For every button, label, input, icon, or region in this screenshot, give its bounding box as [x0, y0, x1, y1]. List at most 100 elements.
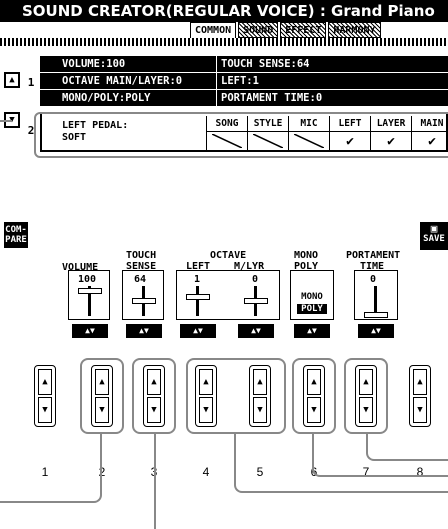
- save-label: SAVE: [423, 234, 445, 244]
- portament-time-param: PORTAMENT TIME:0: [216, 90, 448, 106]
- tab-bar: COMMON SOUND EFFECT HARMONY: [190, 22, 381, 38]
- lcd-screen: SOUND CREATOR(REGULAR VOICE) : Grand Pia…: [0, 0, 448, 340]
- triangle-up-icon: ▲: [99, 377, 105, 387]
- parameter-table: VOLUME:100 TOUCH SENSE:64 OCTAVE MAIN/LA…: [40, 56, 448, 107]
- volume-arrow-button[interactable]: ▲▼: [72, 324, 108, 338]
- physical-button-4[interactable]: ▲ ▼: [195, 365, 217, 427]
- up-key[interactable]: ▲: [95, 369, 109, 395]
- down-key[interactable]: ▼: [307, 397, 321, 423]
- triangle-down-icon: ▼: [90, 326, 95, 335]
- touch-arrow-button[interactable]: ▲▼: [126, 324, 162, 338]
- compare-label: COM-: [5, 225, 27, 235]
- down-key[interactable]: ▼: [147, 397, 161, 423]
- triangle-down-icon: ▼: [99, 405, 105, 415]
- portament-slider[interactable]: [364, 312, 388, 318]
- octave-left-track: [196, 286, 199, 316]
- octave-param: OCTAVE MAIN/LAYER:0: [62, 75, 183, 87]
- up-key[interactable]: ▲: [253, 369, 267, 395]
- octave-label: OCTAVE: [210, 250, 247, 261]
- triangle-down-icon: ▼: [144, 326, 149, 335]
- physical-button-1[interactable]: ▲ ▼: [34, 365, 56, 427]
- row-number-1: 1: [27, 76, 35, 89]
- button-number-4: 4: [202, 465, 210, 479]
- physical-button-2[interactable]: ▲ ▼: [91, 365, 113, 427]
- down-key[interactable]: ▼: [199, 397, 213, 423]
- up-key[interactable]: ▲: [307, 369, 321, 395]
- volume-param: VOLUME:100: [62, 58, 126, 70]
- leader-line-2: [0, 433, 102, 503]
- page-title: SOUND CREATOR(REGULAR VOICE) : Grand Pia…: [0, 0, 448, 22]
- triangle-down-icon: ▼: [311, 405, 317, 415]
- mono-label: MONO: [294, 250, 319, 261]
- triangle-down-icon: ▼: [198, 326, 203, 335]
- triangle-down-icon: ▼: [376, 326, 381, 335]
- volume-slider[interactable]: [78, 288, 102, 294]
- octave-left-arrow-button[interactable]: ▲▼: [180, 324, 216, 338]
- triangle-down-icon: ▼: [363, 405, 369, 415]
- up-key[interactable]: ▲: [199, 369, 213, 395]
- physical-button-8[interactable]: ▲ ▼: [409, 365, 431, 427]
- compare-label: PARE: [5, 235, 27, 245]
- floppy-icon: ▣: [430, 222, 438, 235]
- left-param: LEFT:1: [216, 73, 448, 89]
- triangle-up-icon: ▲: [257, 377, 263, 387]
- octave-left-slider[interactable]: [186, 294, 210, 300]
- param-row[interactable]: OCTAVE MAIN/LAYER:0 LEFT:1: [40, 73, 448, 90]
- triangle-up-icon: ▲: [9, 74, 15, 85]
- up-key[interactable]: ▲: [359, 369, 373, 395]
- save-button[interactable]: ▣ SAVE: [420, 222, 448, 250]
- portament-label: PORTAMENT: [346, 250, 401, 261]
- triangle-down-icon: ▼: [256, 326, 261, 335]
- triangle-down-icon: ▼: [312, 326, 317, 335]
- down-key[interactable]: ▼: [38, 397, 52, 423]
- callout-highlight: [34, 112, 448, 158]
- triangle-down-icon: ▼: [42, 405, 48, 415]
- triangle-down-icon: ▼: [257, 405, 263, 415]
- leader-line-3: [154, 433, 156, 529]
- mono-poly-param: MONO/POLY:POLY: [62, 92, 151, 104]
- param-row[interactable]: VOLUME:100 TOUCH SENSE:64: [40, 56, 448, 73]
- physical-button-3[interactable]: ▲ ▼: [143, 365, 165, 427]
- octave-mlyr-slider[interactable]: [244, 298, 268, 304]
- leader-line-pedal: [0, 120, 12, 122]
- mono-poly-arrow-button[interactable]: ▲▼: [294, 324, 330, 338]
- physical-button-7[interactable]: ▲ ▼: [355, 365, 377, 427]
- down-key[interactable]: ▼: [95, 397, 109, 423]
- triangle-up-icon: ▲: [417, 377, 423, 387]
- touch-label: TOUCH: [126, 250, 157, 261]
- tab-sound[interactable]: SOUND: [238, 22, 279, 38]
- triangle-down-icon: ▼: [203, 405, 209, 415]
- down-key[interactable]: ▼: [359, 397, 373, 423]
- poly-option[interactable]: POLY: [294, 304, 330, 314]
- row-number-2: 2: [27, 124, 35, 137]
- tab-harmony[interactable]: HARMONY: [328, 22, 381, 38]
- physical-button-5[interactable]: ▲ ▼: [249, 365, 271, 427]
- slider-panel: VOLUME 100 ▲▼ TOUCH SENSE 64 ▲▼ OCTAVE L…: [62, 248, 448, 338]
- mono-option[interactable]: MONO: [294, 292, 330, 302]
- triangle-up-icon: ▲: [42, 377, 48, 387]
- physical-button-6[interactable]: ▲ ▼: [303, 365, 325, 427]
- down-key[interactable]: ▼: [253, 397, 267, 423]
- tab-divider: [0, 38, 448, 46]
- triangle-up-icon: ▲: [151, 377, 157, 387]
- compare-button[interactable]: COM- PARE: [4, 222, 28, 248]
- triangle-down-icon: ▼: [417, 405, 423, 415]
- touch-sense-slider[interactable]: [132, 298, 156, 304]
- touch-sense-param: TOUCH SENSE:64: [216, 56, 448, 72]
- triangle-up-icon: ▲: [203, 377, 209, 387]
- page-up-button[interactable]: ▲: [4, 72, 20, 88]
- leader-line-7: [366, 433, 448, 461]
- param-row[interactable]: MONO/POLY:POLY PORTAMENT TIME:0: [40, 90, 448, 107]
- triangle-up-icon: ▲: [363, 377, 369, 387]
- up-key[interactable]: ▲: [147, 369, 161, 395]
- up-key[interactable]: ▲: [413, 369, 427, 395]
- tab-common[interactable]: COMMON: [190, 22, 237, 38]
- down-key[interactable]: ▼: [413, 397, 427, 423]
- triangle-down-icon: ▼: [151, 405, 157, 415]
- up-key[interactable]: ▲: [38, 369, 52, 395]
- poly-selected: POLY: [297, 304, 327, 314]
- octave-mlyr-arrow-button[interactable]: ▲▼: [238, 324, 274, 338]
- portament-arrow-button[interactable]: ▲▼: [358, 324, 394, 338]
- triangle-up-icon: ▲: [311, 377, 317, 387]
- tab-effect[interactable]: EFFECT: [280, 22, 327, 38]
